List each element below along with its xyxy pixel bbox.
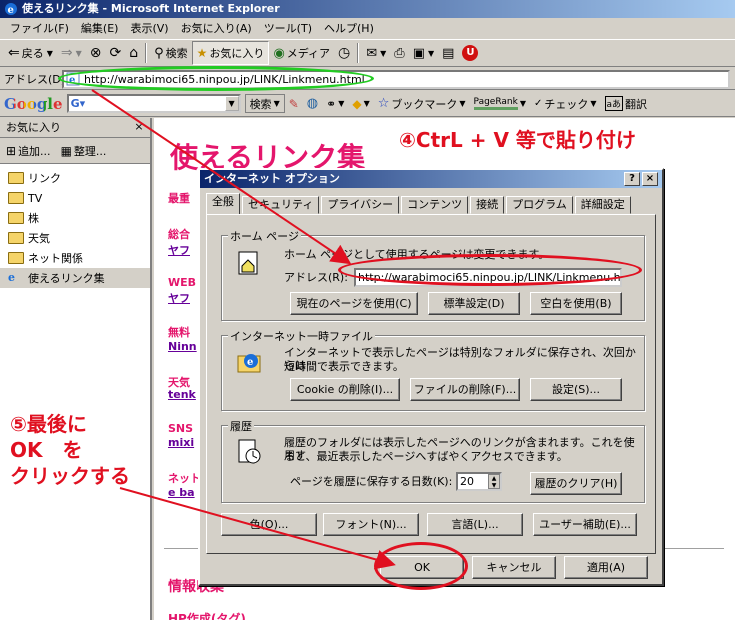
arrow-to-homepage xyxy=(91,89,352,265)
arrow-to-ok xyxy=(119,487,396,570)
step5-instruction: ⑤最後に OK を クリックする xyxy=(10,412,130,488)
annotation-arrows xyxy=(91,89,396,570)
tab-general[interactable]: 全般 xyxy=(206,193,240,214)
